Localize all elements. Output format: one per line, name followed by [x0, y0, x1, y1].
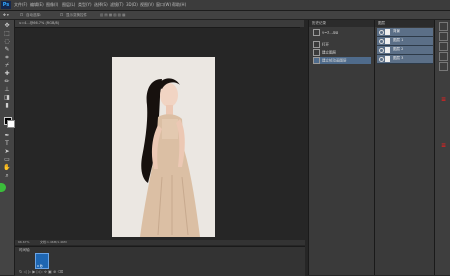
status-bar: 66.67% 文档:1.46M/1.46M [15, 240, 305, 245]
layer-name: 图层 2 [393, 47, 404, 51]
checkbox-icon[interactable]: ☐ [20, 13, 23, 17]
menu-view[interactable]: 视图(V) [140, 2, 154, 8]
zoom-tool-icon[interactable]: ⌕ [3, 172, 11, 180]
history-source[interactable]: u=2...jpg [313, 29, 371, 36]
layer-name: 背景 [393, 29, 400, 33]
timeline-title: 时间轴 [19, 248, 30, 252]
show-transform-label: 显示变换控件 [66, 13, 87, 17]
layer-row[interactable]: 图层 3 [377, 55, 433, 64]
history-item[interactable]: 建立图层 [313, 49, 371, 56]
eyedropper-tool-icon[interactable]: ⌿ [3, 62, 11, 70]
hand-tool-icon[interactable]: ✋ [3, 164, 11, 172]
history-item-label: 建立帧动画图层 [322, 58, 347, 63]
history-item-selected[interactable]: 建立帧动画图层 [313, 57, 371, 64]
menu-layer[interactable]: 图层(L) [62, 2, 75, 8]
timeline-controls-icon[interactable]: ↻ ◁ ▷ ▶ ▷▷ ⟡ ▣ ⊕ ⌫ [19, 269, 63, 274]
layer-row[interactable]: 图层 2 [377, 46, 433, 55]
layers-title: 图层 [375, 20, 434, 27]
timeline-frame[interactable]: 0 秒 [35, 253, 49, 269]
menu-image[interactable]: 图像(I) [46, 2, 58, 8]
menu-file[interactable]: 文件(F) [14, 2, 27, 8]
red-annotation-mark: ≡ [441, 142, 447, 149]
brush-tool-icon[interactable]: ✏ [3, 78, 11, 86]
menu-help[interactable]: 帮助(H) [172, 2, 186, 8]
tools-panel: ✥ ⬚ ◌ ✎ ⌗ ⌿ ✚ ✏ ⊥ ◨ ▮ ✒ T ➤ ▭ ✋ ⌕ [0, 20, 15, 275]
photo-canvas[interactable] [112, 57, 215, 237]
menu-bar: Ps 文件(F) 编辑(E) 图像(I) 图层(L) 类型(Y) 选择(S) 滤… [0, 0, 450, 11]
crop-tool-icon[interactable]: ⌗ [3, 54, 11, 62]
lasso-tool-icon[interactable]: ◌ [3, 38, 11, 46]
layers-panel: 图层 背景 图层 1 图层 2 图层 3 [374, 20, 434, 275]
document-size: 文档:1.46M/1.46M [40, 240, 67, 244]
history-item-label: 打开 [322, 42, 329, 47]
eye-icon[interactable] [379, 48, 384, 53]
eye-icon[interactable] [379, 57, 384, 62]
history-item-label: 建立图层 [322, 50, 336, 55]
menu-edit[interactable]: 编辑(E) [30, 2, 44, 8]
document-tab[interactable]: u=4...@66.7% (RGB/8) [15, 20, 304, 27]
zoom-level[interactable]: 66.67% [18, 240, 29, 244]
quick-select-tool-icon[interactable]: ✎ [3, 46, 11, 54]
menu-type[interactable]: 类型(Y) [78, 2, 92, 8]
align-icons[interactable]: ▥ ▤ ▦ ▧ ▨ ▩ [100, 13, 125, 17]
layer-thumbnail [385, 56, 390, 62]
layer-thumbnail [385, 47, 390, 53]
history-step-icon [313, 49, 320, 56]
background-color-swatch[interactable] [7, 120, 15, 128]
menu-filter[interactable]: 滤镜(T) [110, 2, 124, 8]
panel-toggle-icon[interactable] [439, 52, 448, 61]
panel-toggle-icon[interactable] [439, 22, 448, 31]
photoshop-logo: Ps [1, 1, 11, 9]
move-tool-icon[interactable]: ✥ [3, 22, 11, 30]
red-annotation-mark: ≡ [441, 96, 447, 103]
woman-photo [112, 57, 215, 237]
options-bar: ✥ ▾ ☐ 自动选择: ☐ 显示变换控件 ▥ ▤ ▦ ▧ ▨ ▩ [0, 11, 450, 20]
history-step-icon [313, 41, 320, 48]
layer-name: 图层 1 [393, 38, 404, 42]
history-panel: 历史记录 u=2...jpg 打开 建立图层 建立帧动画图层 [308, 20, 374, 275]
auto-select-label: 自动选择: [26, 13, 42, 17]
panel-toggle-icon[interactable] [439, 42, 448, 51]
move-tool-icon[interactable]: ✥ ▾ [3, 13, 9, 17]
eye-icon[interactable] [379, 30, 384, 35]
document-tabs: u=4...@66.7% (RGB/8) [15, 20, 304, 28]
panel-toggle-icon[interactable] [439, 32, 448, 41]
frame-duration[interactable]: 0 秒 [37, 264, 43, 268]
layer-name: 图层 3 [393, 56, 404, 60]
timeline-panel: 时间轴 0 秒 ↻ ◁ ▷ ▶ ▷▷ ⟡ ▣ ⊕ ⌫ [15, 246, 305, 276]
canvas-area[interactable] [15, 28, 305, 240]
path-select-tool-icon[interactable]: ➤ [3, 148, 11, 156]
snapshot-icon [313, 29, 320, 36]
healing-tool-icon[interactable]: ✚ [3, 70, 11, 78]
history-title: 历史记录 [309, 20, 374, 27]
layer-row[interactable]: 图层 1 [377, 37, 433, 46]
history-item[interactable]: 打开 [313, 41, 371, 48]
type-tool-icon[interactable]: T [3, 140, 11, 148]
marquee-tool-icon[interactable]: ⬚ [3, 30, 11, 38]
history-step-icon [313, 57, 320, 64]
layer-thumbnail [385, 38, 390, 44]
eraser-tool-icon[interactable]: ◨ [3, 94, 11, 102]
eye-icon[interactable] [379, 39, 384, 44]
menu-select[interactable]: 选择(S) [94, 2, 108, 8]
menu-3d[interactable]: 3D(D) [126, 2, 138, 7]
checkbox-icon[interactable]: ☐ [60, 13, 63, 17]
shape-tool-icon[interactable]: ▭ [3, 156, 11, 164]
panel-toggle-icon[interactable] [439, 62, 448, 71]
layer-row[interactable]: 背景 [377, 28, 433, 37]
history-source-label: u=2...jpg [322, 30, 339, 35]
layer-thumbnail [385, 29, 390, 35]
menu-window[interactable]: 窗口(W) [156, 2, 171, 8]
stamp-tool-icon[interactable]: ⊥ [3, 86, 11, 94]
gradient-tool-icon[interactable]: ▮ [3, 102, 11, 110]
pen-tool-icon[interactable]: ✒ [3, 132, 11, 140]
